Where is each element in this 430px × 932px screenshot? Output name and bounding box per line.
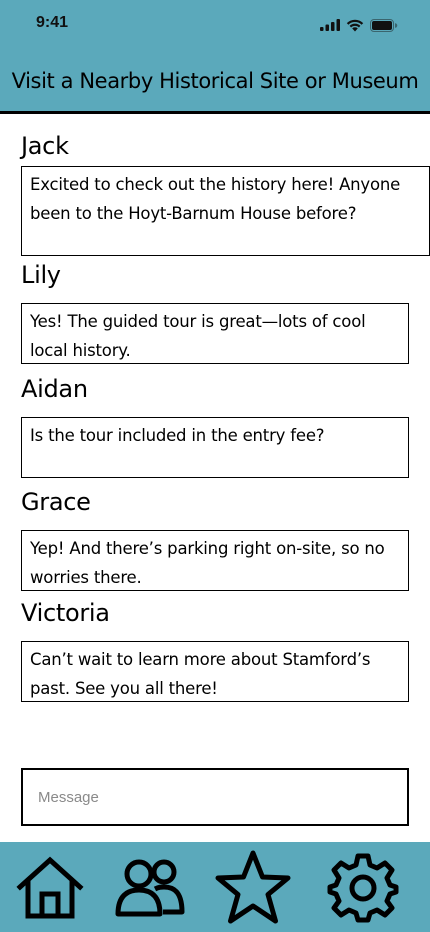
message-author: Jack <box>21 132 69 160</box>
wifi-icon <box>346 19 364 32</box>
header: 9:41 Visit a Nearby Historical Site or M… <box>0 0 430 114</box>
home-icon <box>15 854 85 920</box>
message-author: Victoria <box>21 599 110 627</box>
message-input[interactable] <box>21 768 409 826</box>
star-icon <box>213 849 293 925</box>
nav-people-button[interactable] <box>108 842 192 932</box>
message-author: Aidan <box>21 375 88 403</box>
battery-icon <box>370 18 398 32</box>
nav-favorites-button[interactable] <box>210 842 296 932</box>
message-text: Excited to check out the history here! A… <box>21 166 430 256</box>
message-text: Is the tour included in the entry fee? <box>21 417 409 478</box>
people-icon <box>115 856 185 918</box>
status-bar: 9:41 <box>0 0 430 50</box>
message-text: Can’t wait to learn more about Stamford’… <box>21 641 409 702</box>
message-author: Grace <box>21 488 91 516</box>
page-title: Visit a Nearby Historical Site or Museum <box>11 69 419 93</box>
message-text: Yes! The guided tour is great—lots of co… <box>21 303 409 364</box>
status-icons <box>320 17 398 33</box>
nav-settings-button[interactable] <box>322 842 404 932</box>
gear-icon <box>327 851 399 923</box>
bottom-nav <box>0 842 430 932</box>
nav-home-button[interactable] <box>10 842 90 932</box>
message-text: Yep! And there’s parking right on-site, … <box>21 530 409 591</box>
status-time: 9:41 <box>36 14 69 31</box>
message-author: Lily <box>21 261 61 289</box>
cellular-signal-icon <box>320 19 340 31</box>
